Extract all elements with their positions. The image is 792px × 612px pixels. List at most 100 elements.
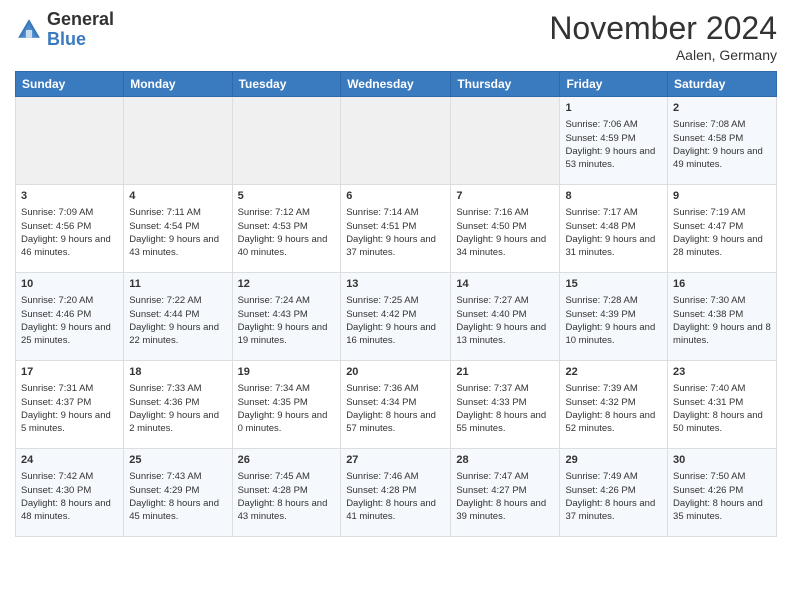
- day-number: 3: [21, 189, 118, 204]
- day-info-line: Sunrise: 7:09 AM: [21, 206, 118, 219]
- title-block: November 2024 Aalen, Germany: [549, 10, 777, 63]
- day-number: 29: [565, 453, 662, 468]
- calendar-cell: 13Sunrise: 7:25 AMSunset: 4:42 PMDayligh…: [341, 273, 451, 361]
- day-number: 25: [129, 453, 226, 468]
- month-title: November 2024: [549, 10, 777, 47]
- day-info-line: Sunset: 4:58 PM: [673, 132, 771, 145]
- day-number: 18: [129, 365, 226, 380]
- day-header-thursday: Thursday: [451, 72, 560, 97]
- day-info-line: Sunset: 4:33 PM: [456, 396, 554, 409]
- day-info-line: Sunset: 4:29 PM: [129, 484, 226, 497]
- day-number: 12: [238, 277, 336, 292]
- calendar-body: 1Sunrise: 7:06 AMSunset: 4:59 PMDaylight…: [16, 97, 777, 537]
- calendar-cell: 20Sunrise: 7:36 AMSunset: 4:34 PMDayligh…: [341, 361, 451, 449]
- day-info-line: Sunrise: 7:19 AM: [673, 206, 771, 219]
- day-number: 13: [346, 277, 445, 292]
- day-number: 21: [456, 365, 554, 380]
- page: General Blue November 2024 Aalen, German…: [0, 0, 792, 612]
- day-info-line: Sunrise: 7:25 AM: [346, 294, 445, 307]
- day-info-line: Sunset: 4:51 PM: [346, 220, 445, 233]
- location: Aalen, Germany: [549, 47, 777, 63]
- day-number: 5: [238, 189, 336, 204]
- day-info-line: Daylight: 9 hours and 22 minutes.: [129, 321, 226, 348]
- day-header-friday: Friday: [560, 72, 668, 97]
- day-info-line: Sunset: 4:56 PM: [21, 220, 118, 233]
- day-header-saturday: Saturday: [668, 72, 777, 97]
- day-info-line: Daylight: 9 hours and 49 minutes.: [673, 145, 771, 172]
- calendar-cell: 24Sunrise: 7:42 AMSunset: 4:30 PMDayligh…: [16, 449, 124, 537]
- day-info-line: Sunset: 4:53 PM: [238, 220, 336, 233]
- day-info-line: Sunset: 4:27 PM: [456, 484, 554, 497]
- day-info-line: Daylight: 9 hours and 2 minutes.: [129, 409, 226, 436]
- week-row-3: 10Sunrise: 7:20 AMSunset: 4:46 PMDayligh…: [16, 273, 777, 361]
- day-info-line: Daylight: 8 hours and 39 minutes.: [456, 497, 554, 524]
- day-number: 15: [565, 277, 662, 292]
- day-info-line: Daylight: 8 hours and 55 minutes.: [456, 409, 554, 436]
- day-info-line: Sunset: 4:47 PM: [673, 220, 771, 233]
- day-info-line: Sunrise: 7:06 AM: [565, 118, 662, 131]
- day-info-line: Sunrise: 7:12 AM: [238, 206, 336, 219]
- week-row-4: 17Sunrise: 7:31 AMSunset: 4:37 PMDayligh…: [16, 361, 777, 449]
- calendar-cell: 30Sunrise: 7:50 AMSunset: 4:26 PMDayligh…: [668, 449, 777, 537]
- day-info-line: Daylight: 8 hours and 43 minutes.: [238, 497, 336, 524]
- day-info-line: Daylight: 9 hours and 28 minutes.: [673, 233, 771, 260]
- calendar-cell: 3Sunrise: 7:09 AMSunset: 4:56 PMDaylight…: [16, 185, 124, 273]
- day-info-line: Sunrise: 7:20 AM: [21, 294, 118, 307]
- day-info-line: Sunrise: 7:17 AM: [565, 206, 662, 219]
- calendar-cell: [451, 97, 560, 185]
- day-info-line: Sunrise: 7:39 AM: [565, 382, 662, 395]
- calendar-cell: 27Sunrise: 7:46 AMSunset: 4:28 PMDayligh…: [341, 449, 451, 537]
- day-info-line: Sunrise: 7:46 AM: [346, 470, 445, 483]
- calendar-cell: 17Sunrise: 7:31 AMSunset: 4:37 PMDayligh…: [16, 361, 124, 449]
- day-info-line: Sunrise: 7:49 AM: [565, 470, 662, 483]
- day-info-line: Daylight: 9 hours and 34 minutes.: [456, 233, 554, 260]
- day-info-line: Sunset: 4:54 PM: [129, 220, 226, 233]
- calendar-cell: 10Sunrise: 7:20 AMSunset: 4:46 PMDayligh…: [16, 273, 124, 361]
- day-info-line: Sunset: 4:26 PM: [673, 484, 771, 497]
- day-info-line: Sunset: 4:28 PM: [346, 484, 445, 497]
- calendar-cell: 5Sunrise: 7:12 AMSunset: 4:53 PMDaylight…: [232, 185, 341, 273]
- day-number: 16: [673, 277, 771, 292]
- header: General Blue November 2024 Aalen, German…: [15, 10, 777, 63]
- day-info-line: Sunset: 4:38 PM: [673, 308, 771, 321]
- calendar-cell: 28Sunrise: 7:47 AMSunset: 4:27 PMDayligh…: [451, 449, 560, 537]
- day-info-line: Sunrise: 7:37 AM: [456, 382, 554, 395]
- day-info-line: Daylight: 8 hours and 45 minutes.: [129, 497, 226, 524]
- day-info-line: Daylight: 9 hours and 37 minutes.: [346, 233, 445, 260]
- day-header-wednesday: Wednesday: [341, 72, 451, 97]
- day-info-line: Sunrise: 7:34 AM: [238, 382, 336, 395]
- day-info-line: Daylight: 9 hours and 13 minutes.: [456, 321, 554, 348]
- day-number: 4: [129, 189, 226, 204]
- day-info-line: Sunset: 4:43 PM: [238, 308, 336, 321]
- calendar-cell: [16, 97, 124, 185]
- calendar-cell: 25Sunrise: 7:43 AMSunset: 4:29 PMDayligh…: [124, 449, 232, 537]
- day-header-sunday: Sunday: [16, 72, 124, 97]
- day-info-line: Sunset: 4:31 PM: [673, 396, 771, 409]
- day-info-line: Sunset: 4:44 PM: [129, 308, 226, 321]
- day-info-line: Sunset: 4:48 PM: [565, 220, 662, 233]
- day-header-monday: Monday: [124, 72, 232, 97]
- calendar-cell: 16Sunrise: 7:30 AMSunset: 4:38 PMDayligh…: [668, 273, 777, 361]
- logo-general-text: General: [47, 9, 114, 29]
- day-info-line: Daylight: 9 hours and 43 minutes.: [129, 233, 226, 260]
- logo-icon: [15, 16, 43, 44]
- day-info-line: Sunrise: 7:27 AM: [456, 294, 554, 307]
- day-info-line: Sunrise: 7:36 AM: [346, 382, 445, 395]
- day-number: 23: [673, 365, 771, 380]
- day-info-line: Sunset: 4:39 PM: [565, 308, 662, 321]
- day-number: 17: [21, 365, 118, 380]
- calendar-cell: 6Sunrise: 7:14 AMSunset: 4:51 PMDaylight…: [341, 185, 451, 273]
- day-number: 22: [565, 365, 662, 380]
- day-number: 7: [456, 189, 554, 204]
- day-info-line: Sunrise: 7:47 AM: [456, 470, 554, 483]
- day-info-line: Sunset: 4:36 PM: [129, 396, 226, 409]
- day-info-line: Sunset: 4:32 PM: [565, 396, 662, 409]
- day-info-line: Daylight: 9 hours and 16 minutes.: [346, 321, 445, 348]
- day-info-line: Sunset: 4:46 PM: [21, 308, 118, 321]
- day-number: 1: [565, 101, 662, 116]
- calendar-header: SundayMondayTuesdayWednesdayThursdayFrid…: [16, 72, 777, 97]
- calendar-cell: 2Sunrise: 7:08 AMSunset: 4:58 PMDaylight…: [668, 97, 777, 185]
- header-row: SundayMondayTuesdayWednesdayThursdayFrid…: [16, 72, 777, 97]
- day-info-line: Sunset: 4:28 PM: [238, 484, 336, 497]
- day-header-tuesday: Tuesday: [232, 72, 341, 97]
